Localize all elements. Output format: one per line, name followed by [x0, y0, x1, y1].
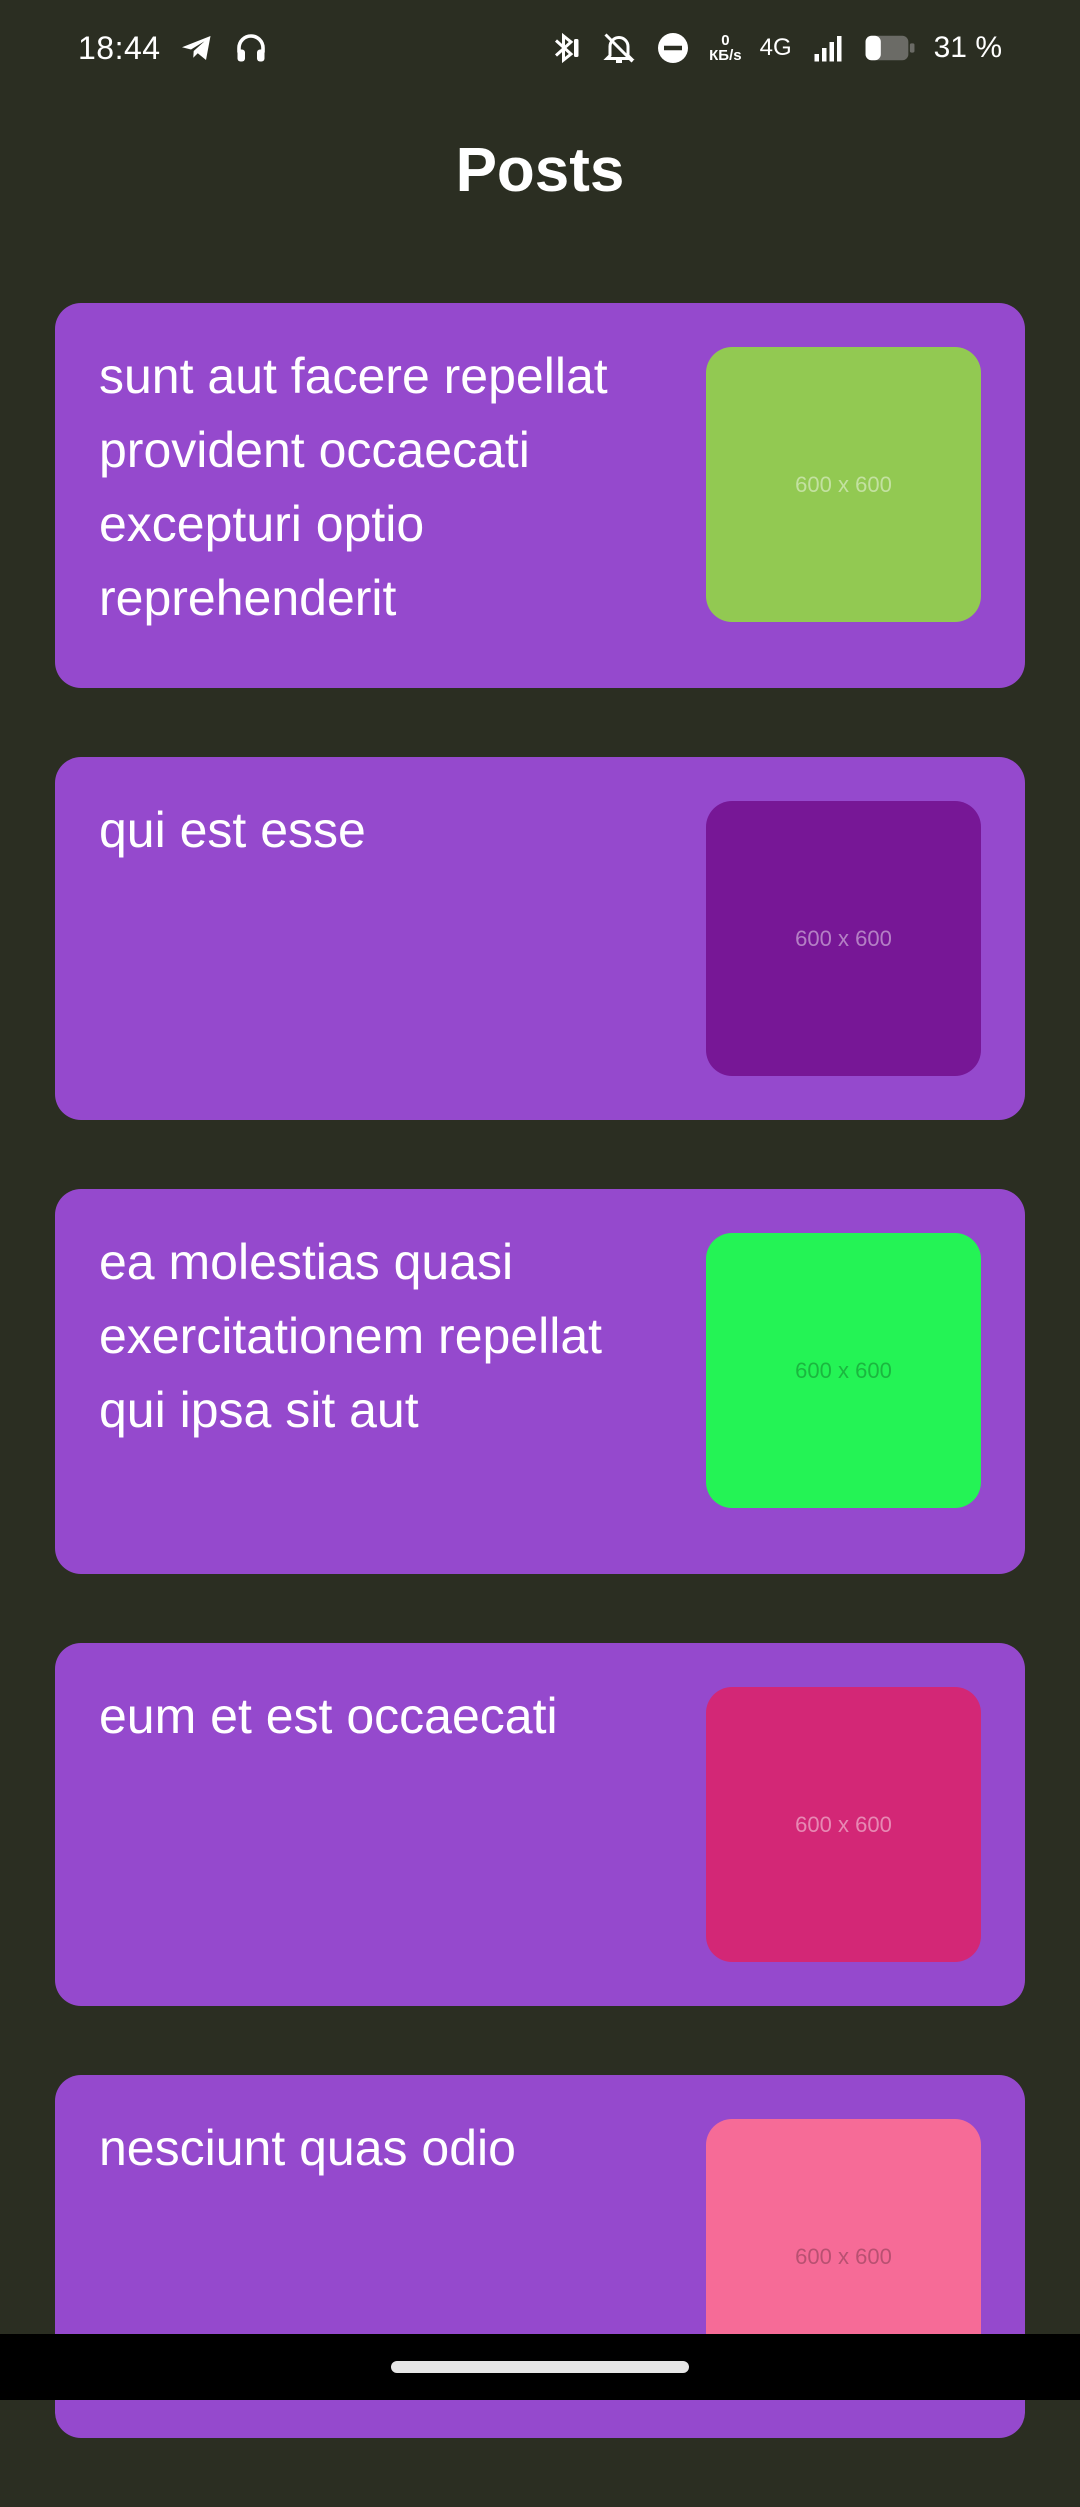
post-card[interactable]: qui est esse 600 x 600 [55, 757, 1025, 1120]
signal-icon [810, 30, 846, 66]
network-speed-value: 0 [721, 32, 730, 49]
bluetooth-icon [547, 30, 583, 66]
post-thumbnail: 600 x 600 [706, 1687, 981, 1962]
bell-off-icon [601, 30, 637, 66]
network-speed-unit: КБ/s [709, 47, 742, 64]
battery-percent: 31 % [933, 31, 1002, 64]
post-title: ea molestias quasi exercitationem repell… [99, 1234, 603, 1438]
status-right: 0 КБ/s 4G 31 % [547, 30, 1002, 66]
thumbnail-label: 600 x 600 [795, 1811, 892, 1837]
status-bar: 18:44 0 КБ/s 4G 31 % [0, 0, 1080, 96]
thumbnail-label: 600 x 600 [795, 471, 892, 497]
post-title: nesciunt quas odio [99, 2120, 516, 2176]
status-left: 18:44 [78, 30, 269, 67]
telegram-icon [179, 30, 215, 66]
page-title: Posts [455, 135, 625, 205]
network-speed: 0 КБ/s [709, 33, 741, 63]
post-title: eum et est occaecati [99, 1688, 558, 1744]
post-card[interactable]: sunt aut facere repellat provident occae… [55, 303, 1025, 688]
thumbnail-label: 600 x 600 [795, 925, 892, 951]
thumbnail-label: 600 x 600 [795, 1357, 892, 1383]
post-thumbnail: 600 x 600 [706, 347, 981, 622]
app-header: Posts [0, 120, 1080, 220]
navigation-bar [0, 2334, 1080, 2400]
post-card[interactable]: ea molestias quasi exercitationem repell… [55, 1189, 1025, 1574]
do-not-disturb-icon [655, 30, 691, 66]
status-time: 18:44 [78, 29, 161, 66]
battery-icon [864, 30, 916, 66]
thumbnail-label: 600 x 600 [795, 2243, 892, 2269]
headphones-icon [233, 30, 269, 66]
post-list[interactable]: sunt aut facere repellat provident occae… [55, 303, 1025, 2507]
post-title: qui est esse [99, 802, 366, 858]
post-thumbnail: 600 x 600 [706, 1233, 981, 1508]
post-thumbnail: 600 x 600 [706, 801, 981, 1076]
network-type: 4G [759, 34, 792, 61]
post-title: sunt aut facere repellat provident occae… [99, 348, 608, 626]
home-indicator[interactable] [391, 2361, 689, 2373]
post-card[interactable]: eum et est occaecati 600 x 600 [55, 1643, 1025, 2006]
